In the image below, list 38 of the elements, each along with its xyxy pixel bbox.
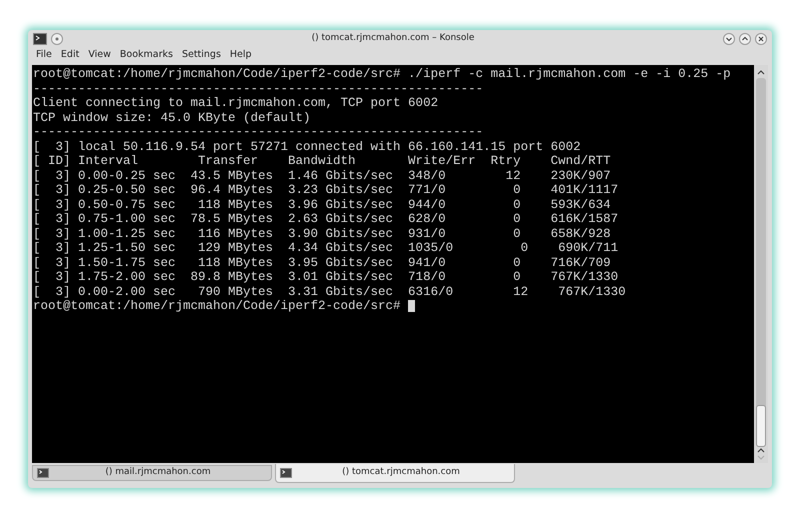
menu-item[interactable]: Settings <box>178 48 225 62</box>
terminal-line: root@tomcat:/home/rjmcmahon/Code/iperf2-code/src# ./iperf -c mail.rjmcmahon.com -e -i 0.25 -p <box>33 67 731 82</box>
terminal-icon <box>280 468 292 478</box>
scrollbar[interactable] <box>754 65 768 463</box>
terminal-line: ------------------------------------------------------------ <box>33 125 484 140</box>
terminal-tab[interactable]: () mail.rjmcmahon.com <box>32 465 272 481</box>
terminal-prompt: root@tomcat:/home/rjmcmahon/Code/iperf2-code/src# <box>33 299 401 314</box>
terminal-icon[interactable] <box>33 32 47 44</box>
terminal-tab[interactable]: () tomcat.rjmcmahon.com <box>275 464 515 483</box>
scroll-down-icon[interactable] <box>757 447 765 461</box>
terminal-line: [ 3] 1.25-1.50 sec 129 MBytes 4.34 Gbits/sec 1035/0 0 690K/711 <box>33 241 618 256</box>
terminal-icon <box>37 468 49 478</box>
terminal-line: [ ID] Interval Transfer Bandwidth Write/Err Rtry Cwnd/RTT <box>33 154 611 168</box>
terminal-line: Client connecting to mail.rjmcmahon.com, TCP port 6002 <box>33 96 438 110</box>
terminal-line: TCP window size: 45.0 KByte (default) <box>33 110 311 125</box>
terminal-line: [ 3] 1.50-1.75 sec 118 MBytes 3.95 Gbits/sec 941/0 0 716K/709 <box>33 256 611 270</box>
maximize-icon[interactable] <box>739 32 751 44</box>
window-title: () tomcat.rjmcmahon.com – Konsole <box>312 32 474 45</box>
menu-item[interactable]: Edit <box>56 48 84 62</box>
terminal-line: [ 3] 0.50-0.75 sec 118 MBytes 3.96 Gbits/sec 944/0 0 593K/634 <box>33 198 611 212</box>
terminal-line: [ 3] 0.00-2.00 sec 790 MBytes 3.31 Gbits/sec 6316/0 12 767K/1330 <box>33 284 626 299</box>
terminal-line: [ 3] 1.00-1.25 sec 116 MBytes 3.90 Gbits/sec 931/0 0 658K/928 <box>33 226 611 241</box>
scrollbar-thumb[interactable] <box>756 405 766 447</box>
menu-item[interactable]: File <box>32 48 56 62</box>
menu-item[interactable]: Bookmarks <box>116 48 177 62</box>
terminal-line: [ 3] 0.75-1.00 sec 78.5 MBytes 2.63 Gbits/sec 628/0 0 616K/1587 <box>33 212 618 226</box>
scroll-up-icon[interactable] <box>757 68 765 76</box>
terminal-line: [ 3] 1.75-2.00 sec 89.8 MBytes 3.01 Gbits/sec 718/0 0 767K/1330 <box>33 270 618 284</box>
close-icon[interactable] <box>755 32 767 44</box>
minimize-icon[interactable] <box>723 32 735 44</box>
menu-item[interactable]: Help <box>226 48 256 62</box>
menu-item[interactable]: View <box>84 48 115 62</box>
terminal-area[interactable] <box>32 65 754 463</box>
terminal-line: [ 3] 0.25-0.50 sec 96.4 MBytes 3.23 Gbits/sec 771/0 0 401K/1117 <box>33 183 618 198</box>
terminal-line: [ 3] local 50.116.9.54 port 57271 connected with 66.160.141.15 port 6002 <box>33 140 581 154</box>
terminal-line: ------------------------------------------------------------ <box>33 82 484 96</box>
text-cursor <box>408 300 415 312</box>
terminal-line: [ 3] 0.00-0.25 sec 43.5 MBytes 1.46 Gbits/sec 348/0 12 230K/907 <box>33 168 611 183</box>
